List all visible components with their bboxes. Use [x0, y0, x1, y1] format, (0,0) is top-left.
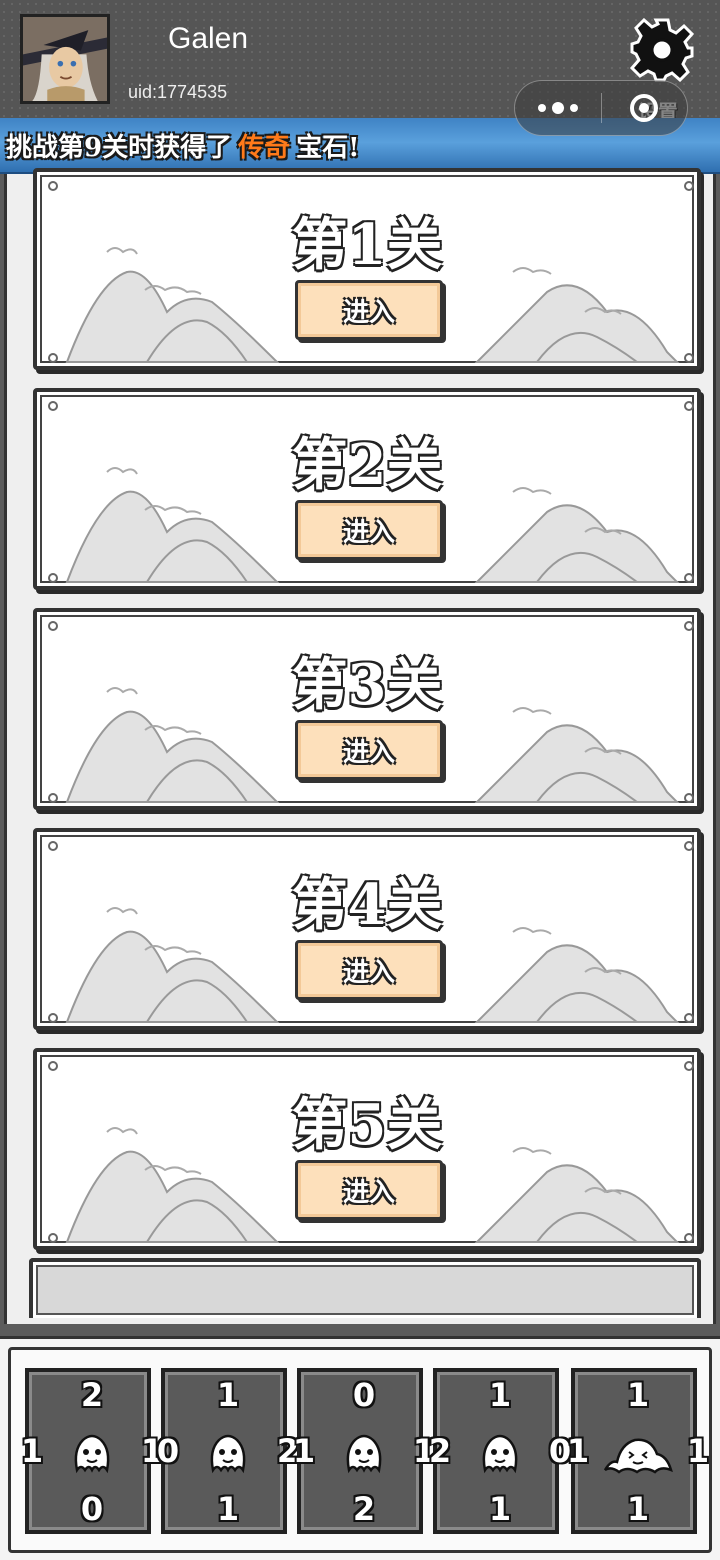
unit-card-4[interactable]: 1 2 0 1	[429, 1368, 571, 1534]
level-card-next-partial	[29, 1258, 701, 1318]
card-left-value: 0	[156, 1432, 180, 1470]
card-top-value: 1	[216, 1376, 240, 1414]
unit-card-3[interactable]: 0 1 1 2	[293, 1368, 435, 1534]
username: Galen	[168, 22, 249, 55]
level-title: 第2关	[291, 432, 443, 498]
level-title: 第4关	[291, 872, 443, 938]
banner-text: 挑战第9关时获得了	[6, 132, 233, 163]
top-header: Galen uid:1774535 设置	[0, 0, 720, 136]
level-title: 第3关	[291, 652, 443, 718]
enter-level-button[interactable]: 进入	[295, 500, 443, 560]
level-card-1: 第1关 进入	[33, 168, 701, 370]
banner-text-end: 宝石!	[296, 132, 360, 163]
ghost-icon	[477, 1430, 523, 1476]
card-bottom-value: 2	[352, 1490, 376, 1528]
more-dots-icon	[537, 102, 578, 114]
card-left-value: 1	[566, 1432, 590, 1470]
card-left-value: 1	[292, 1432, 316, 1470]
enter-level-button[interactable]: 进入	[295, 1160, 443, 1220]
card-tray: 2 1 1 0 1 0 2 1 0 1 1 2 1 2 0 1 1 1 1 1	[8, 1347, 712, 1553]
close-miniprogram-button[interactable]	[602, 81, 688, 135]
gear-icon	[630, 18, 694, 82]
unit-card-1[interactable]: 2 1 1 0	[21, 1368, 163, 1534]
card-bottom-value: 1	[488, 1490, 512, 1528]
avatar[interactable]	[20, 14, 110, 104]
enter-level-button[interactable]: 进入	[295, 280, 443, 340]
ghost-icon	[341, 1430, 387, 1476]
close-circle-icon	[630, 94, 659, 122]
card-top-value: 1	[488, 1376, 512, 1414]
level-card-4: 第4关 进入	[33, 828, 701, 1030]
miniprogram-capsule	[514, 80, 688, 136]
level-card-3: 第3关 进入	[33, 608, 701, 810]
level-card-2: 第2关 进入	[33, 388, 701, 590]
level-card-5: 第5关 进入	[33, 1048, 701, 1250]
enter-level-button[interactable]: 进入	[295, 940, 443, 1000]
card-bottom-value: 1	[626, 1490, 650, 1528]
more-button[interactable]	[515, 81, 601, 135]
avatar-portrait-icon	[23, 17, 107, 101]
unit-card-2[interactable]: 1 0 2 1	[157, 1368, 299, 1534]
card-left-value: 1	[20, 1432, 44, 1470]
level-title: 第1关	[291, 212, 443, 278]
banner-highlight: 传奇	[238, 132, 291, 163]
card-left-value: 2	[428, 1432, 452, 1470]
card-top-value: 0	[352, 1376, 376, 1414]
user-id: uid:1774535	[128, 82, 228, 102]
card-dock: 2 1 1 0 1 0 2 1 0 1 1 2 1 2 0 1 1 1 1 1	[0, 1336, 720, 1560]
slime-icon	[601, 1430, 675, 1476]
card-top-value: 1	[626, 1376, 650, 1414]
unit-card-5[interactable]: 1 1 1 1	[567, 1368, 709, 1534]
card-bottom-value: 0	[80, 1490, 104, 1528]
card-top-value: 2	[80, 1376, 104, 1414]
card-bottom-value: 1	[216, 1490, 240, 1528]
level-list[interactable]: 第1关 进入 第2关 进入 第3关 进入 第4关 进入 第5关 进入	[4, 168, 716, 1324]
ghost-icon	[205, 1430, 251, 1476]
level-title: 第5关	[291, 1092, 443, 1158]
ghost-icon	[69, 1430, 115, 1476]
enter-level-button[interactable]: 进入	[295, 720, 443, 780]
card-right-value: 1	[686, 1432, 710, 1470]
